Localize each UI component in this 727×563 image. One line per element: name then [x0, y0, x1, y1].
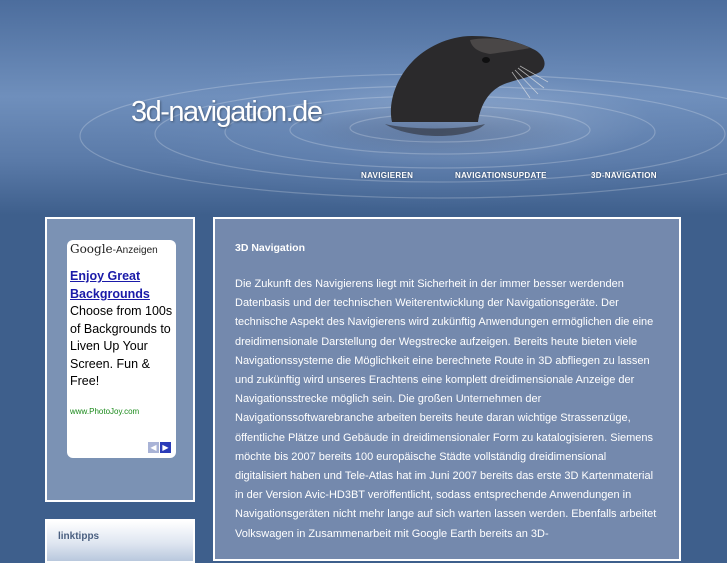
nav-item-navigieren[interactable]: NAVIGIEREN — [361, 171, 413, 180]
ad-label[interactable]: Google-Anzeigen — [70, 242, 158, 256]
chevron-right-icon[interactable]: ▶ — [160, 442, 171, 453]
ad-label-suffix: -Anzeigen — [112, 245, 158, 256]
linktipps-box: linktipps — [45, 519, 195, 563]
sea-lion-image — [385, 36, 549, 136]
nav-item-3d-navigation[interactable]: 3D-NAVIGATION — [591, 171, 657, 180]
content-title: 3D Navigation — [235, 242, 306, 254]
sidebar-ad-box: Google-Anzeigen Enjoy Great Backgrounds … — [45, 217, 195, 502]
google-logo: Google — [70, 242, 113, 256]
main-nav: NAVIGIEREN NAVIGATIONSUPDATE 3D-NAVIGATI… — [0, 171, 727, 185]
header-banner: 3d-navigation.de NAVIGIEREN NAVIGATIONSU… — [0, 0, 727, 215]
site-title[interactable]: 3d-navigation.de — [131, 96, 323, 129]
ad-body-text: Choose from 100s of Backgrounds to Liven… — [70, 304, 173, 388]
main-content: 3D Navigation Die Zukunft des Navigieren… — [213, 217, 681, 561]
content-body: Die Zukunft des Navigierens liegt mit Si… — [235, 278, 657, 540]
linktipps-heading: linktipps — [58, 531, 100, 542]
ad-headline-link[interactable]: Enjoy Great Backgrounds — [70, 267, 170, 303]
google-ad-unit[interactable]: Google-Anzeigen Enjoy Great Backgrounds … — [67, 240, 176, 458]
ad-pager: ◀ ▶ — [147, 442, 171, 458]
chevron-left-icon[interactable]: ◀ — [148, 442, 159, 453]
nav-item-navigationsupdate[interactable]: NAVIGATIONSUPDATE — [455, 171, 547, 180]
ad-url[interactable]: www.PhotoJoy.com — [70, 407, 139, 416]
